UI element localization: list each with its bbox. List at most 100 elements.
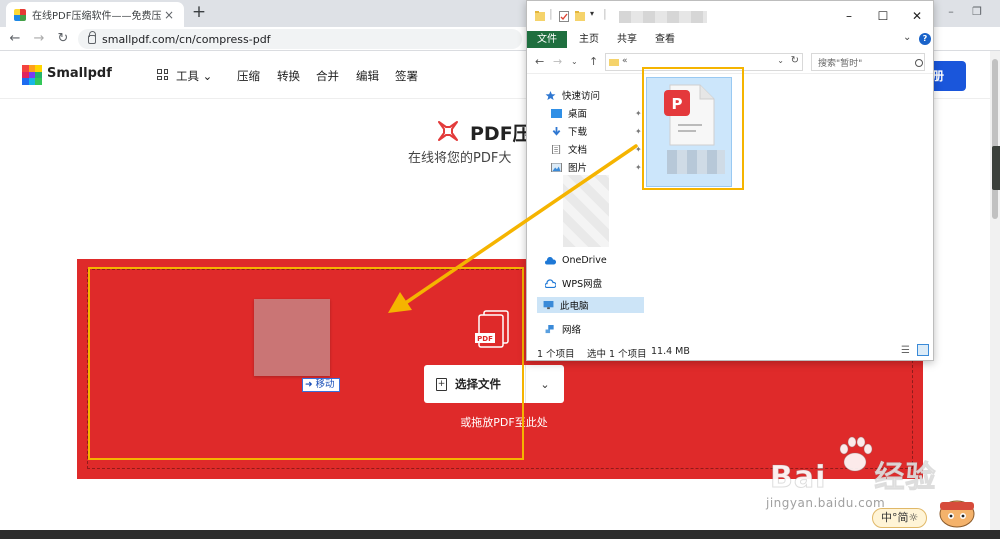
page-scrollbar[interactable]	[990, 51, 1000, 539]
path-prefix: «	[622, 56, 628, 66]
large-icons-view-icon[interactable]	[917, 344, 929, 356]
explorer-recent-chevron-icon[interactable]: ⌄	[571, 57, 578, 66]
ime-mascot-icon	[939, 500, 975, 528]
path-folder-icon	[609, 59, 619, 66]
compress-tool-icon	[438, 121, 458, 141]
browser-tab[interactable]: 在线PDF压缩软件——免费压缩 ×	[6, 2, 184, 27]
help-icon[interactable]: ?	[919, 33, 931, 45]
taskbar-strip	[0, 530, 1000, 539]
pin-icon: ✦	[635, 144, 642, 154]
nav-desktop[interactable]: 桌面 ✦	[551, 105, 651, 121]
nav-this-pc[interactable]: 此电脑	[537, 297, 644, 313]
explorer-search-input[interactable]: 搜索"暂时"	[811, 53, 925, 71]
explorer-back-icon[interactable]: ←	[535, 55, 544, 68]
window-title-blurred	[619, 11, 707, 23]
status-selected-size: 11.4 MB	[651, 346, 690, 357]
network-icon	[545, 324, 554, 333]
pin-icon: ✦	[635, 162, 642, 172]
move-tip-label: 移动	[315, 379, 335, 390]
folder-icon	[535, 11, 545, 21]
explorer-ribbon-tabs: 文件 主页 共享 查看 ⌄ ?	[527, 31, 933, 48]
move-arrow-icon: ➜	[305, 380, 313, 390]
address-bar[interactable]: smallpdf.com/cn/compress-pdf	[78, 29, 522, 49]
scrollbar-thumb[interactable]	[992, 59, 998, 219]
tutorial-highlight-file	[642, 67, 744, 190]
ime-status-bar[interactable]: 中°简☼	[872, 508, 928, 528]
restore-icon[interactable]: ❐	[970, 5, 984, 19]
back-arrow-icon[interactable]: ←	[6, 30, 24, 48]
explorer-minimize-icon[interactable]: –	[841, 9, 857, 23]
explorer-up-icon[interactable]: ↑	[589, 55, 598, 68]
status-item-count: 1 个项目	[537, 349, 575, 360]
qa-dropdown-icon[interactable]: ▾	[590, 9, 594, 18]
tab-close-icon[interactable]: ×	[162, 8, 176, 22]
path-refresh-icon[interactable]: ↻	[791, 55, 799, 66]
explorer-maximize-icon[interactable]: ☐	[875, 9, 891, 23]
properties-icon[interactable]	[559, 11, 569, 22]
explorer-forward-icon[interactable]: →	[553, 55, 562, 68]
nav-convert[interactable]: 转换	[277, 68, 300, 84]
select-source-chevron-icon[interactable]: ⌄	[526, 378, 564, 391]
cloud-icon	[545, 256, 556, 264]
page-subtitle: 在线将您的PDF大	[408, 151, 512, 166]
nav-quick-access-label: 快速访问	[562, 91, 601, 102]
logo-text[interactable]: Smallpdf	[47, 66, 112, 81]
tools-grid-icon[interactable]	[157, 69, 168, 80]
path-dropdown-icon[interactable]: ⌄	[777, 56, 784, 65]
nav-compress[interactable]: 压缩	[237, 68, 260, 84]
nav-network-label: 网络	[562, 325, 582, 336]
explorer-search-icon	[915, 59, 923, 67]
nav-onedrive[interactable]: OneDrive	[545, 252, 645, 268]
nav-edit[interactable]: 编辑	[356, 68, 379, 84]
explorer-close-icon[interactable]: ✕	[909, 9, 925, 23]
new-folder-icon[interactable]	[575, 11, 585, 22]
watermark-brand: Bai	[769, 460, 827, 496]
blurred-folder-list	[563, 175, 609, 247]
desktop-icon	[551, 108, 562, 118]
nav-downloads-label: 下载	[568, 127, 588, 138]
nav-pictures-label: 图片	[568, 163, 588, 174]
nav-tools-label: 工具	[176, 69, 199, 83]
side-widget-tab[interactable]	[992, 146, 1000, 190]
nav-network[interactable]: 网络	[545, 321, 645, 337]
minimize-icon[interactable]: –	[944, 5, 958, 19]
nav-quick-access[interactable]: 快速访问	[545, 87, 645, 103]
url-text: smallpdf.com/cn/compress-pdf	[102, 32, 271, 46]
screen: 在线PDF压缩软件——免费压缩 × + – ❐ ← → ↻ smallpdf.c…	[0, 0, 1000, 539]
star-icon	[545, 90, 556, 100]
dragged-file-ghost	[254, 299, 330, 376]
download-arrow-icon	[552, 126, 561, 136]
qa-separator: |	[549, 7, 553, 20]
pin-icon: ✦	[635, 126, 642, 136]
nav-wps-cloud-label: WPS网盘	[562, 279, 603, 290]
nav-pictures[interactable]: 图片 ✦	[551, 159, 651, 175]
wps-cloud-icon	[545, 278, 556, 288]
ribbon-tab-view[interactable]: 查看	[647, 31, 683, 48]
nav-merge[interactable]: 合并	[316, 68, 339, 84]
ribbon-tab-share[interactable]: 共享	[609, 31, 645, 48]
ribbon-tab-file[interactable]: 文件	[527, 31, 567, 48]
tab-title: 在线PDF压缩软件——免费压缩	[32, 11, 162, 22]
new-tab-button[interactable]: +	[190, 3, 208, 21]
forward-arrow-icon[interactable]: →	[30, 30, 48, 48]
nav-desktop-label: 桌面	[568, 109, 588, 120]
ribbon-expand-chevron-icon[interactable]: ⌄	[903, 32, 911, 43]
nav-downloads[interactable]: 下载 ✦	[551, 123, 651, 139]
reload-icon[interactable]: ↻	[54, 30, 72, 48]
smallpdf-logo-icon[interactable]	[22, 65, 42, 85]
baidu-watermark-text: Bai 经验	[769, 452, 936, 496]
nav-documents[interactable]: 文档 ✦	[551, 141, 651, 157]
nav-wps-cloud[interactable]: WPS网盘	[545, 275, 645, 291]
details-view-icon[interactable]: ☰	[901, 345, 910, 356]
ribbon-tab-home[interactable]: 主页	[571, 31, 607, 48]
nav-sign[interactable]: 签署	[395, 68, 418, 84]
nav-this-pc-label: 此电脑	[560, 301, 589, 312]
explorer-title-bar[interactable]: | ▾ | – ☐ ✕	[527, 1, 933, 31]
nav-tools[interactable]: 工具 ⌄	[176, 68, 212, 84]
pictures-icon	[551, 162, 562, 172]
explorer-status-bar: 1 个项目 选中 1 个项目 11.4 MB ☰	[527, 343, 933, 360]
computer-icon	[543, 300, 554, 309]
document-icon	[552, 144, 561, 154]
drag-move-tooltip: ➜ 移动	[302, 378, 340, 392]
nav-onedrive-label: OneDrive	[562, 254, 607, 266]
